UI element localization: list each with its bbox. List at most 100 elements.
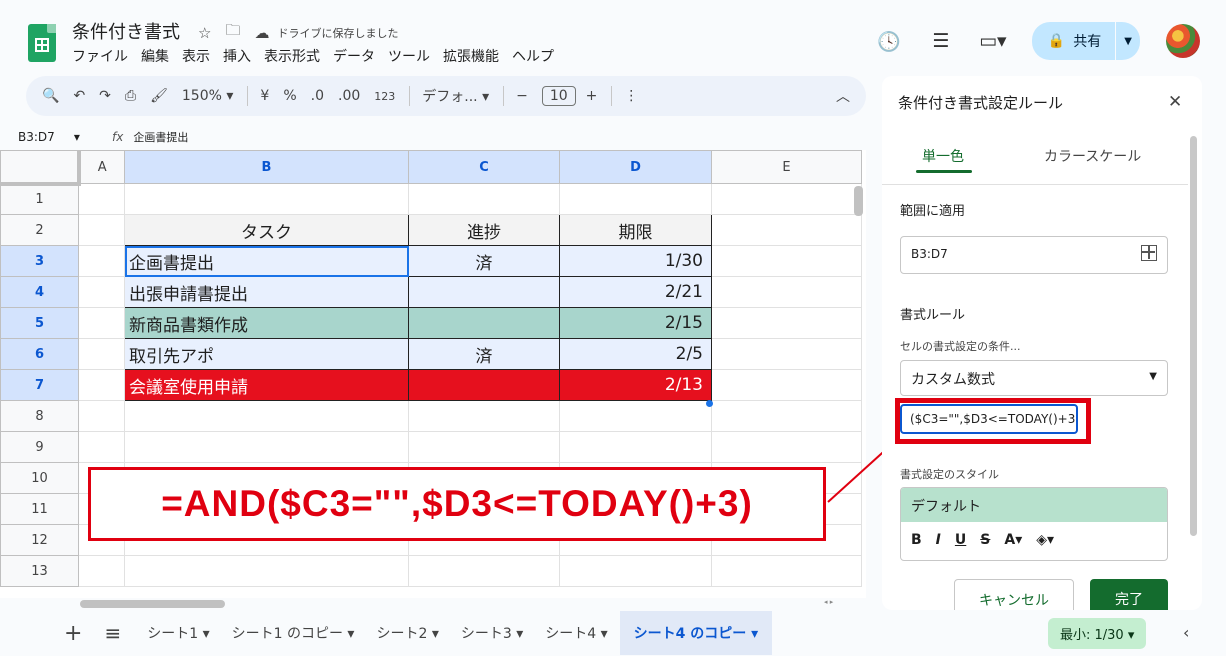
add-sheet-icon[interactable]: + — [64, 621, 82, 646]
all-sheets-icon[interactable]: ≡ — [104, 621, 121, 645]
selection-fill-handle[interactable] — [706, 400, 713, 407]
range-input[interactable]: B3:D7 — [900, 236, 1168, 274]
cell[interactable] — [78, 431, 125, 463]
comments-icon[interactable]: ☰ — [928, 28, 954, 54]
header-cell-progress[interactable]: 進捗 — [408, 214, 560, 246]
cell[interactable] — [408, 400, 560, 432]
sheet-tab[interactable]: シート2 ▾ — [376, 623, 438, 643]
cell[interactable] — [408, 431, 560, 463]
search-icon[interactable]: 🔍 — [42, 88, 59, 104]
progress-cell[interactable]: 済 — [408, 338, 560, 370]
currency-button[interactable]: ¥ — [260, 88, 269, 104]
sheet-tab[interactable]: シート3 ▾ — [461, 623, 523, 643]
more-options-icon[interactable]: ⋮ — [624, 88, 638, 104]
cell[interactable] — [559, 431, 712, 463]
increase-decimal-button[interactable]: .00 — [338, 88, 360, 104]
number-format-button[interactable]: 123 — [374, 90, 395, 103]
cell[interactable] — [408, 555, 560, 587]
cell[interactable] — [78, 214, 125, 246]
due-cell[interactable]: 2/15 — [559, 307, 712, 339]
zoom-select[interactable]: 150% ▾ — [182, 88, 234, 104]
task-cell[interactable]: 会議室使用申請 — [124, 369, 409, 401]
column-header-d[interactable]: D — [559, 150, 712, 184]
print-icon[interactable]: ⎙ — [125, 88, 136, 104]
menu-edit[interactable]: 編集 — [141, 46, 169, 66]
due-cell[interactable]: 2/5 — [559, 338, 712, 370]
cell[interactable] — [78, 555, 125, 587]
cell[interactable] — [711, 214, 862, 246]
sheet-tab-active[interactable]: シート4 のコピー ▾ — [619, 611, 773, 655]
header-cell-due[interactable]: 期限 — [559, 214, 712, 246]
avatar[interactable] — [1166, 24, 1200, 58]
horizontal-scrollbar[interactable] — [80, 600, 225, 608]
bold-icon[interactable]: B — [911, 532, 922, 548]
progress-cell[interactable] — [408, 369, 560, 401]
cell[interactable] — [78, 307, 125, 339]
column-header-a[interactable]: A — [78, 150, 125, 184]
row-header[interactable]: 2 — [0, 214, 79, 246]
row-header[interactable]: 12 — [0, 524, 79, 556]
column-header-b[interactable]: B — [124, 150, 409, 184]
panel-scrollbar[interactable] — [1190, 136, 1197, 536]
fill-color-icon[interactable]: ◈▾ — [1036, 532, 1054, 548]
cell[interactable] — [78, 400, 125, 432]
collapse-side-panel-icon[interactable]: ‹ — [1183, 623, 1189, 642]
done-button[interactable]: 完了 — [1090, 579, 1168, 610]
row-header[interactable]: 5 — [0, 307, 79, 339]
document-title[interactable]: 条件付き書式 — [72, 18, 180, 44]
menu-file[interactable]: ファイル — [72, 46, 128, 66]
history-icon[interactable]: 🕓 — [876, 28, 902, 54]
cell[interactable] — [78, 245, 125, 277]
cell[interactable] — [78, 369, 125, 401]
scroll-arrows-icon[interactable]: ◂ ▸ — [824, 598, 833, 606]
sheet-tab[interactable]: シート4 ▾ — [545, 623, 607, 643]
row-header[interactable]: 3 — [0, 245, 79, 277]
redo-icon[interactable]: ↷ — [99, 88, 111, 104]
cell[interactable] — [711, 555, 862, 587]
menu-format[interactable]: 表示形式 — [264, 46, 320, 66]
sheet-tab[interactable]: シート1 ▾ — [147, 623, 209, 643]
cell[interactable] — [711, 338, 862, 370]
formula-input[interactable]: 企画書提出 — [133, 129, 188, 145]
cell[interactable] — [711, 245, 862, 277]
undo-icon[interactable]: ↶ — [73, 88, 85, 104]
cancel-button[interactable]: キャンセル — [954, 579, 1074, 610]
row-header[interactable]: 1 — [0, 183, 79, 215]
select-all-corner[interactable] — [0, 150, 81, 186]
font-size-input[interactable]: 10 — [541, 86, 576, 106]
cell[interactable] — [78, 338, 125, 370]
column-header-e[interactable]: E — [711, 150, 862, 184]
progress-cell[interactable] — [408, 276, 560, 308]
row-header[interactable]: 10 — [0, 462, 79, 494]
header-cell-task[interactable]: タスク — [124, 214, 409, 246]
sheets-logo-icon[interactable] — [28, 24, 56, 62]
task-cell[interactable]: 取引先アポ — [124, 338, 409, 370]
menu-view[interactable]: 表示 — [182, 46, 210, 66]
row-header[interactable]: 13 — [0, 555, 79, 587]
row-header[interactable]: 8 — [0, 400, 79, 432]
condition-select[interactable]: カスタム数式 ▼ — [900, 360, 1168, 396]
menu-insert[interactable]: 挿入 — [223, 46, 251, 66]
cell[interactable] — [124, 183, 409, 215]
column-header-c[interactable]: C — [408, 150, 560, 184]
share-button[interactable]: 🔒 共有 ▼ — [1031, 22, 1140, 60]
cell[interactable] — [559, 400, 712, 432]
paint-format-icon[interactable]: 🖌 — [150, 88, 168, 104]
collapse-toolbar-icon[interactable]: ︿ — [836, 86, 850, 106]
task-cell[interactable]: 出張申請書提出 — [124, 276, 409, 308]
due-cell[interactable]: 2/13 — [559, 369, 712, 401]
tab-single-color[interactable]: 単一色 — [916, 146, 972, 173]
style-preview[interactable]: デフォルト — [901, 488, 1167, 522]
text-color-icon[interactable]: A▾ — [1004, 532, 1022, 548]
sheet-tab[interactable]: シート1 のコピー ▾ — [232, 623, 355, 643]
font-size-decrease-button[interactable]: − — [516, 88, 528, 104]
percent-button[interactable]: % — [283, 88, 296, 104]
menu-tools[interactable]: ツール — [388, 46, 430, 66]
row-header[interactable]: 6 — [0, 338, 79, 370]
name-box[interactable]: B3:D7 ▾ — [0, 130, 98, 144]
menu-data[interactable]: データ — [333, 46, 375, 66]
progress-cell[interactable]: 済 — [408, 245, 560, 277]
tab-color-scale[interactable]: カラースケール — [1044, 146, 1141, 166]
menu-help[interactable]: ヘルプ — [512, 46, 554, 66]
strikethrough-icon[interactable]: S — [980, 532, 990, 548]
